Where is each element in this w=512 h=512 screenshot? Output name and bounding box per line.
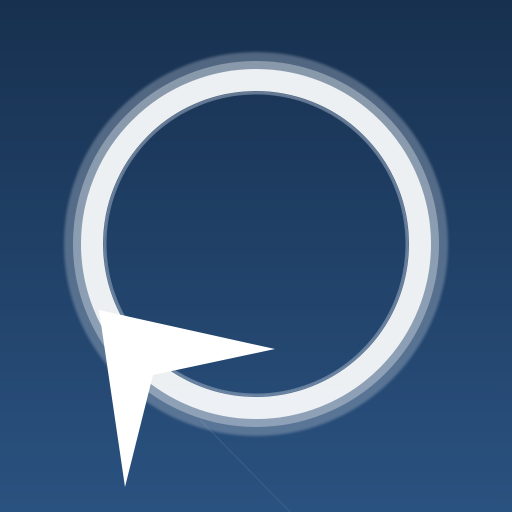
- app-icon: [0, 0, 512, 512]
- app-icon-artwork: [0, 0, 512, 512]
